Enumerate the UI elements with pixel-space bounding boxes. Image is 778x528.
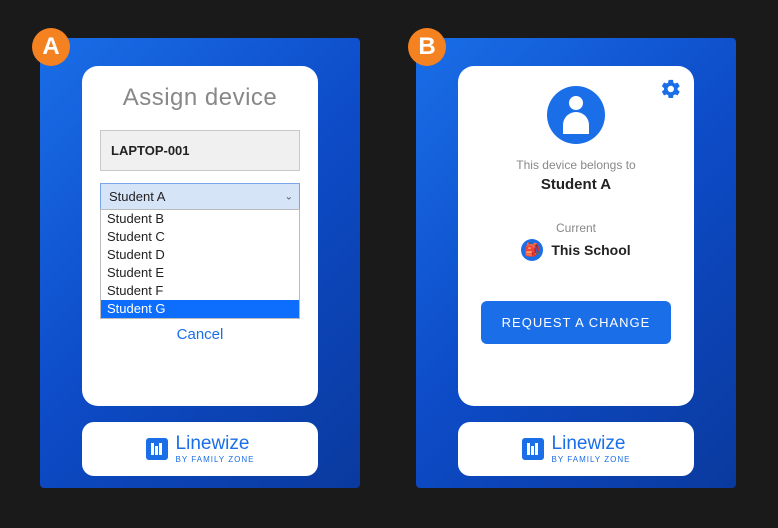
school-name: This School bbox=[551, 242, 630, 258]
dropdown-option[interactable]: Student F bbox=[101, 282, 299, 300]
request-change-button[interactable]: REQUEST A CHANGE bbox=[481, 301, 671, 344]
dropdown-option[interactable]: Student B bbox=[101, 210, 299, 228]
brand-tagline: BY FAMILY ZONE bbox=[176, 455, 255, 464]
owner-name: Student A bbox=[472, 176, 680, 193]
device-name-input[interactable] bbox=[100, 130, 300, 171]
linewize-logo-icon bbox=[146, 438, 168, 460]
student-dropdown[interactable]: Student A ⌄ Student B Student C Student … bbox=[100, 183, 300, 210]
current-label: Current bbox=[472, 221, 680, 235]
badge-b: B bbox=[408, 28, 446, 66]
footer-brand: Linewize BY FAMILY ZONE bbox=[458, 422, 694, 476]
footer-brand: Linewize BY FAMILY ZONE bbox=[82, 422, 318, 476]
avatar-icon bbox=[547, 86, 605, 144]
dropdown-option-highlighted[interactable]: Student G bbox=[101, 300, 299, 318]
linewize-logo-icon bbox=[522, 438, 544, 460]
school-row: 🎒 This School bbox=[472, 239, 680, 261]
assign-title: Assign device bbox=[100, 84, 300, 112]
school-icon: 🎒 bbox=[521, 239, 543, 261]
assign-card: Assign device Student A ⌄ Student B Stud… bbox=[82, 66, 318, 406]
dropdown-option[interactable]: Student C bbox=[101, 228, 299, 246]
belongs-label: This device belongs to bbox=[472, 158, 680, 172]
cancel-link[interactable]: Cancel bbox=[100, 326, 300, 343]
dropdown-list: Student B Student C Student D Student E … bbox=[100, 209, 300, 319]
gear-icon[interactable] bbox=[660, 78, 682, 106]
dropdown-option[interactable]: Student E bbox=[101, 264, 299, 282]
panel-device-owner: B This device belongs to Student A Curre… bbox=[416, 38, 736, 488]
dropdown-option[interactable]: Student D bbox=[101, 246, 299, 264]
dropdown-selected-label: Student A bbox=[109, 189, 165, 204]
brand-name: Linewize bbox=[552, 434, 626, 453]
badge-a: A bbox=[32, 28, 70, 66]
owner-card: This device belongs to Student A Current… bbox=[458, 66, 694, 406]
panel-assign-device: A Assign device Student A ⌄ Student B St… bbox=[40, 38, 360, 488]
dropdown-selected[interactable]: Student A ⌄ bbox=[100, 183, 300, 210]
brand-tagline: BY FAMILY ZONE bbox=[552, 455, 631, 464]
brand-name: Linewize bbox=[176, 434, 250, 453]
chevron-down-icon: ⌄ bbox=[285, 191, 293, 202]
